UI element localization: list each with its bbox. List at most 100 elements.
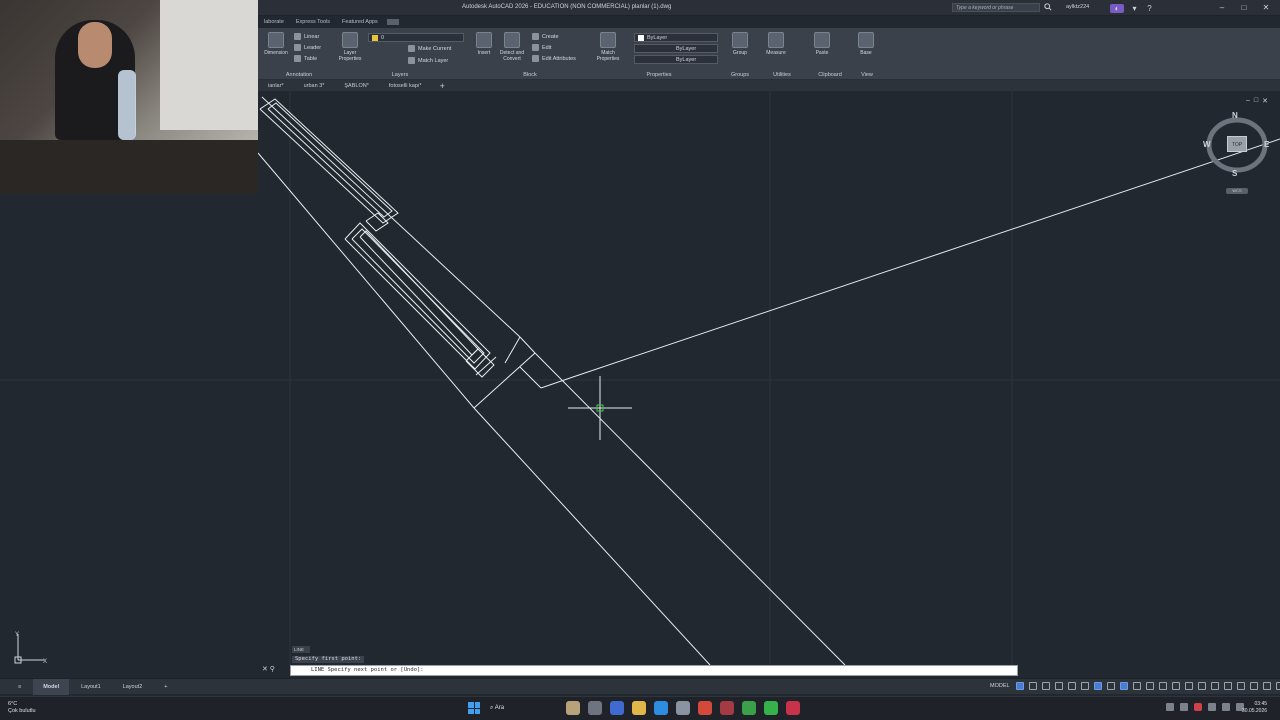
quick-properties-icon[interactable] (1172, 682, 1180, 690)
customization-icon[interactable] (1224, 682, 1232, 690)
object-snap-icon[interactable] (1094, 682, 1102, 690)
layers-group-label[interactable]: Layers (336, 72, 464, 78)
ortho-toggle-icon[interactable] (1042, 682, 1050, 690)
tab-model[interactable]: Model (33, 679, 70, 695)
isolate-objects-icon[interactable] (1198, 682, 1206, 690)
polar-toggle-icon[interactable] (1055, 682, 1063, 690)
tab-collaborate[interactable]: laborate (258, 16, 290, 28)
workspace-gear-icon[interactable] (1146, 682, 1154, 690)
make-current-button[interactable]: Make Current (408, 44, 451, 54)
close-button[interactable]: ✕ (1260, 2, 1272, 13)
viewport-close-icon[interactable]: ✕ (1262, 97, 1268, 105)
user-account[interactable]: aylktz224 (1066, 4, 1089, 10)
weather-widget[interactable]: 6°C Çok bulutlu (8, 701, 36, 715)
compass-east[interactable]: E (1264, 140, 1269, 149)
lineweight-icon[interactable] (1107, 682, 1115, 690)
phone-link-icon[interactable] (742, 701, 756, 715)
match-layer-button[interactable]: Match Layer (408, 56, 448, 66)
viewcube-top-face[interactable]: TOP (1227, 136, 1247, 152)
statusbar-extra-icon-2[interactable] (1263, 682, 1271, 690)
linetype-dropdown[interactable]: ByLayer (634, 44, 718, 53)
measure-button[interactable]: Measure (762, 32, 790, 56)
lineweight-dropdown[interactable]: ByLayer (634, 55, 718, 64)
statusbar-extra-icon[interactable] (1250, 682, 1258, 690)
volume-icon[interactable] (1222, 703, 1230, 711)
widget-app-icon[interactable] (566, 701, 580, 715)
recorder-app-icon[interactable] (720, 701, 734, 715)
command-line-input[interactable]: LINE Specify next point or [Undo]: (290, 665, 1018, 676)
file-explorer-icon[interactable] (632, 701, 646, 715)
statusbar-extra-icon-3[interactable] (1276, 682, 1280, 690)
viewport-minimize-icon[interactable]: – (1246, 97, 1250, 105)
tray-chevron-icon[interactable] (1166, 703, 1174, 711)
compass-west[interactable]: W (1203, 140, 1211, 149)
tab-layout1[interactable]: Layout1 (71, 679, 111, 695)
grid-toggle-icon[interactable] (1016, 682, 1024, 690)
windows-start-icon[interactable] (468, 702, 480, 714)
tray-app-icon[interactable] (1180, 703, 1188, 711)
viewcube[interactable]: N S E W TOP WCS (1200, 111, 1276, 194)
snap-toggle-icon[interactable] (1029, 682, 1037, 690)
insert-button[interactable]: Insert (470, 32, 498, 56)
minimize-button[interactable]: – (1216, 2, 1228, 13)
edit-attributes-button[interactable]: Edit Attributes (532, 54, 576, 64)
annotation-visibility-icon[interactable] (1133, 682, 1141, 690)
annotation-group-label[interactable]: Annotation (262, 72, 336, 78)
detect-convert-button[interactable]: Detect and Convert (498, 32, 526, 62)
clipboard-group-label[interactable]: Clipboard (808, 72, 852, 78)
file-tab[interactable]: fotoselli kapı* (379, 83, 432, 89)
model-space-toggle[interactable]: MODEL (990, 683, 1010, 689)
whatsapp-icon[interactable] (764, 701, 778, 715)
wcs-dropdown[interactable]: WCS (1226, 188, 1248, 194)
chrome-icon[interactable] (698, 701, 712, 715)
file-tab[interactable]: ŞABLON* (334, 83, 378, 89)
utilities-group-label[interactable]: Utilities (760, 72, 804, 78)
create-block-button[interactable]: Create (532, 32, 559, 42)
group-button[interactable]: Group (726, 32, 754, 56)
linear-button[interactable]: Linear (294, 32, 319, 42)
tab-featured-apps[interactable]: Featured Apps (336, 16, 384, 28)
compass-north[interactable]: N (1232, 111, 1238, 120)
base-button[interactable]: Base (852, 32, 880, 56)
edit-block-button[interactable]: Edit (532, 43, 551, 53)
search-icon[interactable] (1044, 3, 1052, 11)
store-icon[interactable] (676, 701, 690, 715)
paste-button[interactable]: Paste (808, 32, 836, 56)
layer-dropdown[interactable]: 0 (368, 33, 464, 42)
object-snap-tracking-icon[interactable] (1081, 682, 1089, 690)
task-view-icon[interactable] (588, 701, 602, 715)
file-tab[interactable]: urban 3* (294, 83, 335, 89)
help-icon[interactable]: ? (1145, 4, 1154, 13)
edge-icon[interactable] (654, 701, 668, 715)
clean-screen-icon[interactable] (1211, 682, 1219, 690)
menu-icon[interactable]: ≡ (8, 679, 31, 695)
microphone-icon[interactable] (1194, 703, 1202, 711)
match-properties-button[interactable]: Match Properties (594, 32, 622, 62)
ucs-icon[interactable]: Y X (10, 630, 54, 666)
layer-properties-button[interactable]: Layer Properties (336, 32, 364, 62)
tab-layout2[interactable]: Layout2 (113, 679, 153, 695)
tab-express-tools[interactable]: Express Tools (290, 16, 336, 28)
file-tab[interactable]: ianlar* (258, 83, 294, 89)
table-button[interactable]: Table (294, 54, 317, 64)
taskbar-search[interactable]: ⌕ Ara (490, 702, 546, 715)
search-input[interactable]: Type a keyword or phrase (952, 3, 1040, 12)
add-layout-button[interactable]: + (154, 679, 177, 695)
view-group-label[interactable]: View (852, 72, 882, 78)
cart-icon[interactable]: ▾ (1130, 4, 1139, 13)
tab-overflow-icon[interactable] (386, 19, 399, 25)
hardware-acceleration-icon[interactable] (1185, 682, 1193, 690)
block-group-label[interactable]: Block (470, 72, 590, 78)
dimension-button[interactable]: Dimension (262, 32, 290, 56)
compass-south[interactable]: S (1232, 169, 1237, 178)
new-tab-button[interactable]: + (432, 81, 453, 91)
notification-icon[interactable]: ◐ (1110, 3, 1124, 13)
statusbar-menu-icon[interactable] (1237, 682, 1245, 690)
leader-button[interactable]: Leader (294, 43, 321, 53)
network-icon[interactable] (1208, 703, 1216, 711)
viewport-restore-icon[interactable]: □ (1254, 97, 1258, 105)
units-icon[interactable] (1159, 682, 1167, 690)
autocad-icon[interactable] (786, 701, 800, 715)
maximize-button[interactable]: □ (1238, 2, 1250, 13)
taskbar-clock[interactable]: 03:45 30.05.2026 (1242, 701, 1267, 715)
